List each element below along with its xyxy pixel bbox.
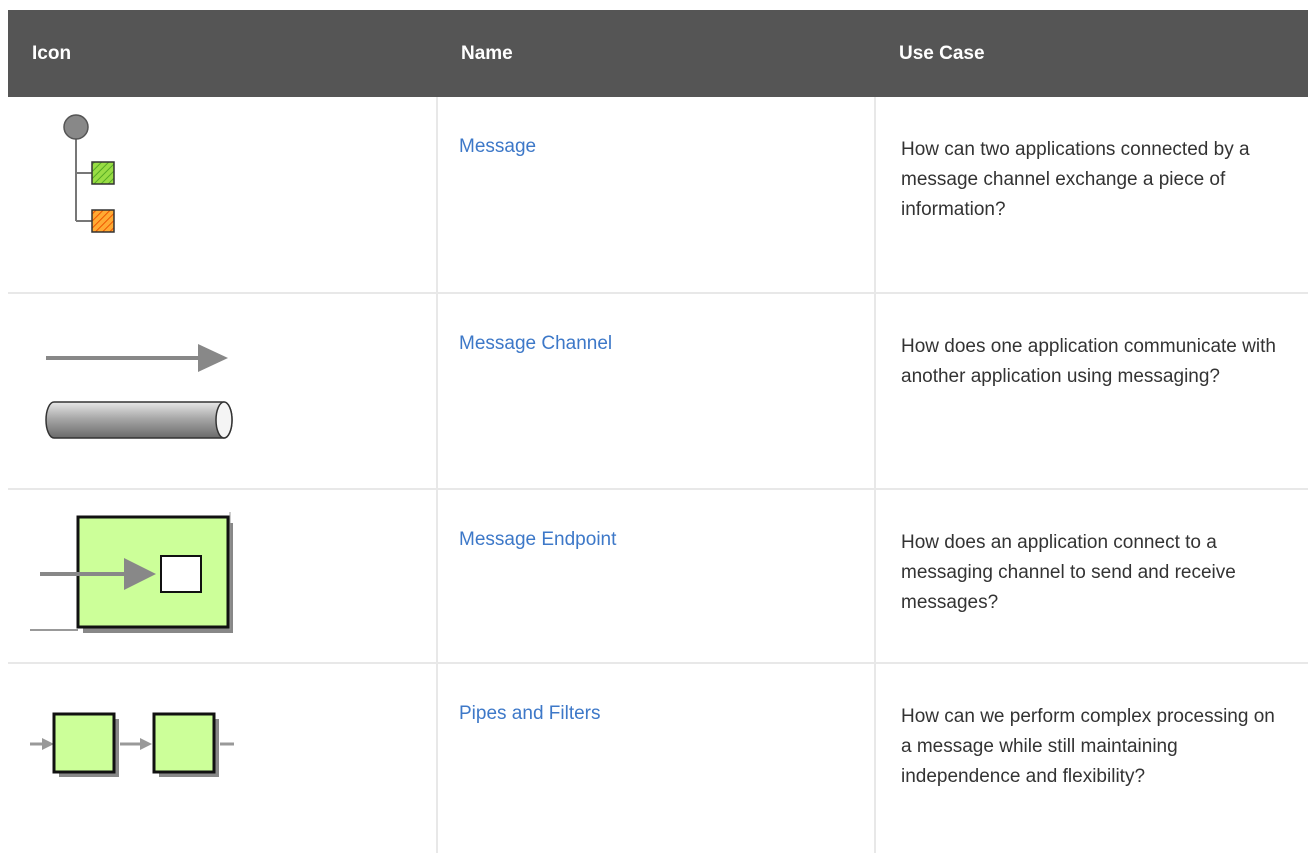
eip-table: Icon Name Use Case Message How can two a… bbox=[8, 10, 1308, 853]
header-row: Icon Name Use Case bbox=[8, 10, 1308, 97]
use-case-text: How does an application connect to a mes… bbox=[901, 532, 1236, 613]
link-message-endpoint[interactable]: Message Endpoint bbox=[459, 528, 616, 552]
pipes-and-filters-icon bbox=[30, 712, 234, 777]
table-row: Pipes and Filters How can we perform com… bbox=[8, 663, 1308, 853]
header-name: Name bbox=[461, 42, 513, 64]
message-endpoint-icon bbox=[30, 512, 233, 633]
icon-cell bbox=[8, 663, 438, 853]
use-case-cell: How does one application communicate wit… bbox=[875, 293, 1308, 490]
icon-cell bbox=[8, 293, 438, 490]
icon-cell bbox=[8, 97, 438, 294]
header-icon: Icon bbox=[32, 42, 72, 64]
link-message[interactable]: Message bbox=[459, 135, 536, 159]
name-cell: Message Channel bbox=[437, 293, 876, 490]
name-cell: Message Endpoint bbox=[437, 489, 876, 664]
name-cell: Pipes and Filters bbox=[437, 663, 876, 853]
use-case-cell: How can two applications connected by a … bbox=[875, 97, 1308, 294]
message-icon bbox=[63, 114, 115, 233]
name-cell: Message bbox=[437, 97, 876, 294]
use-case-cell: How can we perform complex processing on… bbox=[875, 663, 1308, 853]
icon-cell bbox=[8, 489, 438, 664]
use-case-text: How can two applications connected by a … bbox=[901, 139, 1250, 220]
use-case-text: How can we perform complex processing on… bbox=[901, 706, 1275, 787]
use-case-text: How does one application communicate wit… bbox=[901, 336, 1276, 387]
table-row: Message Endpoint How does an application… bbox=[8, 489, 1308, 664]
use-case-cell: How does an application connect to a mes… bbox=[875, 489, 1308, 664]
link-pipes-and-filters[interactable]: Pipes and Filters bbox=[459, 702, 601, 726]
page: Icon Name Use Case Message How can two a… bbox=[0, 0, 1308, 860]
link-message-channel[interactable]: Message Channel bbox=[459, 332, 612, 356]
message-channel-icon bbox=[45, 344, 233, 439]
table-header: Icon Name Use Case bbox=[8, 10, 1308, 97]
header-use-case: Use Case bbox=[899, 42, 985, 64]
table-row: Message Channel How does one application… bbox=[8, 293, 1308, 490]
table-row: Message How can two applications connect… bbox=[8, 97, 1308, 294]
